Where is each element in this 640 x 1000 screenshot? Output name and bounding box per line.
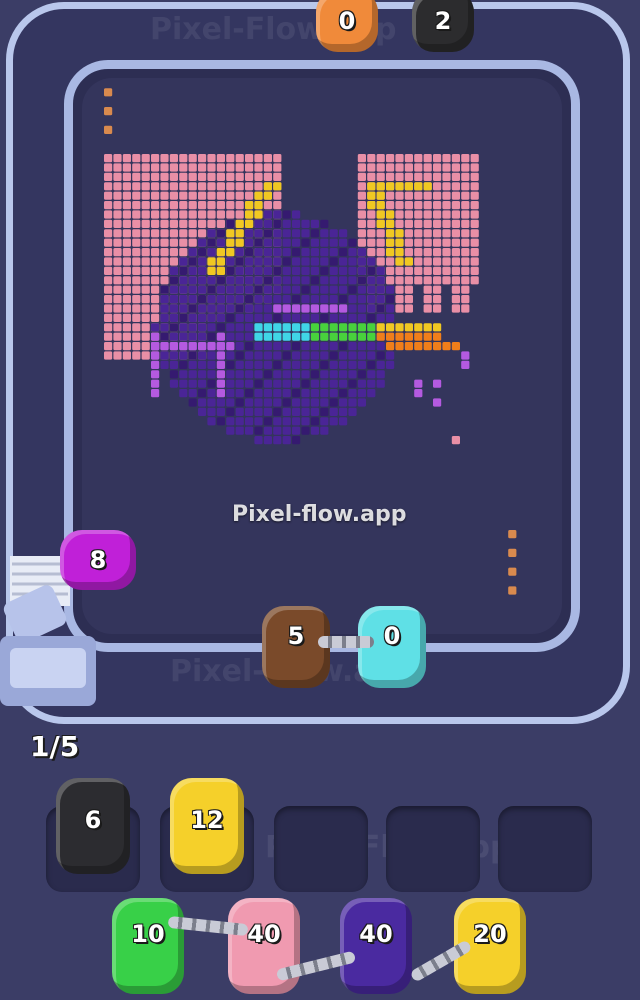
queue-pig-1[interactable]: 10: [112, 898, 184, 994]
watermark-center: Pixel-flow.app: [232, 502, 407, 527]
queue-pig-2[interactable]: 40: [228, 898, 300, 994]
pig-count: 8: [89, 546, 107, 574]
holding-slot-3[interactable]: [274, 806, 368, 892]
queue-pig-3[interactable]: 40: [340, 898, 412, 994]
holding-slot-5[interactable]: [498, 806, 592, 892]
slot-pig-2[interactable]: 12: [170, 778, 244, 874]
pig-count: 2: [434, 7, 452, 35]
queue-counter: 1/5: [30, 730, 80, 763]
launcher-pig[interactable]: 8: [60, 530, 136, 590]
pig-count: 40: [359, 920, 393, 949]
slot-pig-1[interactable]: 6: [56, 778, 130, 874]
holding-slot-4[interactable]: [386, 806, 480, 892]
track-pig-top-left[interactable]: 0: [316, 0, 378, 52]
pig-count: 6: [84, 806, 102, 835]
pig-link: [318, 636, 374, 648]
pig-count: 12: [190, 806, 224, 835]
track-pig-top-right[interactable]: 2: [412, 0, 474, 52]
pig-count: 0: [338, 7, 356, 35]
